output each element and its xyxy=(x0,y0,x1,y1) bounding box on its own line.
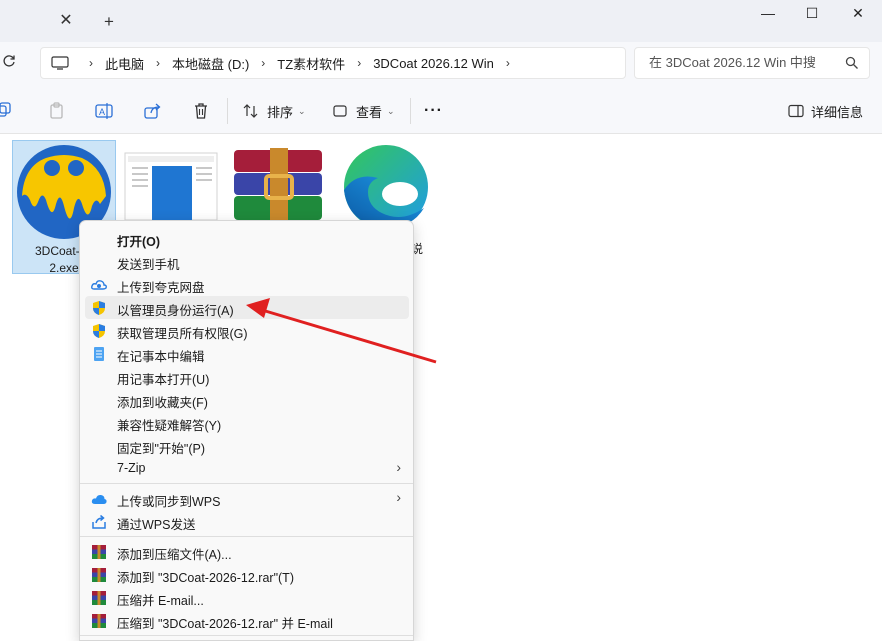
toolbar-divider xyxy=(410,98,411,124)
svg-text:A: A xyxy=(99,107,105,117)
menu-item-label: 通过WPS发送 xyxy=(117,518,196,532)
breadcrumb-3dcoat-folder[interactable]: 3DCoat 2026.12 Win xyxy=(373,56,494,71)
menu-item-add-to-archive[interactable]: 添加到压缩文件(A)... xyxy=(85,540,409,563)
winrar-icon xyxy=(234,148,322,222)
title-bar: ✕ + — ☐ ✕ xyxy=(0,0,882,42)
winrar-icon xyxy=(92,614,106,628)
chevron-right-icon[interactable]: › xyxy=(89,56,93,70)
menu-item-wps-send[interactable]: 通过WPS发送 xyxy=(85,510,409,533)
chevron-right-icon[interactable]: › xyxy=(506,56,510,70)
menu-item-take-ownership[interactable]: 获取管理员所有权限(G) xyxy=(85,319,409,342)
context-menu: 打开(O) 发送到手机 上传到夸克网盘 以管理员身份运行(A) 获取管理员所有权… xyxy=(79,220,414,641)
shield-icon xyxy=(93,324,105,338)
menu-item-label: 以管理员身份运行(A) xyxy=(117,304,234,318)
chevron-right-icon[interactable]: › xyxy=(156,56,160,70)
menu-item-label: 7-Zip xyxy=(117,461,146,475)
menu-item-run-as-admin[interactable]: 以管理员身份运行(A) xyxy=(85,296,409,319)
menu-item-edit-in-notepad[interactable]: 在记事本中编辑 xyxy=(85,342,409,365)
menu-divider xyxy=(80,635,413,636)
menu-item-label: 添加到 "3DCoat-2026-12.rar"(T) xyxy=(117,571,294,585)
chevron-down-icon: ⌄ xyxy=(298,105,306,116)
chevron-right-icon: › xyxy=(396,459,401,475)
chevron-down-icon: ⌄ xyxy=(387,105,395,116)
minimize-button[interactable]: — xyxy=(746,0,790,28)
breadcrumb-tz-folder[interactable]: TZ素材软件 xyxy=(277,54,345,73)
rename-icon[interactable]: A xyxy=(95,102,113,120)
winrar-icon xyxy=(92,591,106,605)
toolbar-divider xyxy=(227,98,228,124)
notepad-icon xyxy=(94,347,104,361)
maximize-button[interactable]: ☐ xyxy=(790,0,834,28)
shield-icon xyxy=(93,301,105,315)
winrar-icon xyxy=(92,568,106,582)
wps-cloud-icon xyxy=(91,494,107,504)
menu-item-label: 上传或同步到WPS xyxy=(117,495,221,509)
menu-item-label: 用记事本打开(U) xyxy=(117,373,210,387)
sort-button[interactable]: 排序 ⌄ xyxy=(243,100,306,122)
view-icon xyxy=(333,105,347,117)
quark-cloud-icon xyxy=(91,280,107,290)
menu-item-upload-quark[interactable]: 上传到夸克网盘 xyxy=(85,273,409,296)
share-icon[interactable] xyxy=(144,102,162,120)
computer-icon xyxy=(51,56,69,70)
delete-icon[interactable] xyxy=(192,102,210,120)
search-placeholder: 在 3DCoat 2026.12 Win 中搜 xyxy=(649,55,816,70)
winrar-icon xyxy=(92,545,106,559)
search-icon[interactable] xyxy=(845,56,859,70)
more-options-button[interactable]: ··· xyxy=(424,100,443,122)
command-bar: A 排序 ⌄ 查看 ⌄ ··· 详细信息 xyxy=(0,88,882,134)
sort-label: 排序 xyxy=(267,104,294,120)
menu-item-label: 添加到收藏夹(F) xyxy=(117,396,208,410)
menu-item-compress-rar-email[interactable]: 压缩到 "3DCoat-2026-12.rar" 并 E-mail xyxy=(85,609,409,632)
menu-item-label: 打开(O) xyxy=(117,235,161,249)
menu-item-label: 在记事本中编辑 xyxy=(117,350,205,364)
menu-item-open[interactable]: 打开(O) xyxy=(85,227,409,250)
menu-divider xyxy=(80,536,413,537)
menu-item-open-with-notepad[interactable]: 用记事本打开(U) xyxy=(85,365,409,388)
breadcrumb-this-pc[interactable]: 此电脑 xyxy=(105,54,144,73)
menu-item-add-to-favorites[interactable]: 添加到收藏夹(F) xyxy=(85,388,409,411)
menu-item-7zip[interactable]: 7-Zip › xyxy=(85,457,409,480)
chevron-right-icon: › xyxy=(396,489,401,505)
address-row: › 此电脑 › 本地磁盘 (D:) › TZ素材软件 › 3DCoat 2026… xyxy=(0,42,882,88)
menu-divider xyxy=(80,483,413,484)
menu-item-label: 获取管理员所有权限(G) xyxy=(117,327,248,341)
menu-item-wps-sync[interactable]: 上传或同步到WPS › xyxy=(85,487,409,510)
details-label: 详细信息 xyxy=(811,104,864,120)
wps-share-icon xyxy=(92,514,106,529)
view-button[interactable]: 查看 ⌄ xyxy=(333,100,395,122)
menu-item-troubleshoot-compat[interactable]: 兼容性疑难解答(Y) xyxy=(85,411,409,434)
details-button[interactable]: 详细信息 xyxy=(788,100,863,122)
menu-item-label: 压缩并 E-mail... xyxy=(117,594,204,608)
new-tab-button[interactable]: + xyxy=(98,11,120,33)
chevron-right-icon[interactable]: › xyxy=(261,56,265,70)
menu-item-label: 固定到"开始"(P) xyxy=(117,442,206,456)
menu-item-label: 添加到压缩文件(A)... xyxy=(117,548,232,562)
menu-item-label: 发送到手机 xyxy=(117,258,180,272)
breadcrumb-drive-d[interactable]: 本地磁盘 (D:) xyxy=(172,54,249,73)
sort-icon xyxy=(243,104,258,118)
menu-item-compress-email[interactable]: 压缩并 E-mail... xyxy=(85,586,409,609)
menu-item-label: 兼容性疑难解答(Y) xyxy=(117,419,222,433)
menu-item-label: 上传到夸克网盘 xyxy=(117,281,205,295)
details-pane-icon xyxy=(788,104,804,118)
close-button[interactable]: ✕ xyxy=(836,0,880,28)
view-label: 查看 xyxy=(356,104,383,120)
search-input[interactable]: 在 3DCoat 2026.12 Win 中搜 xyxy=(634,47,870,79)
paste-icon[interactable] xyxy=(48,102,66,120)
file-item-winrar[interactable] xyxy=(226,148,330,228)
copy-icon[interactable] xyxy=(0,102,18,120)
refresh-icon[interactable] xyxy=(2,54,16,72)
tab-close-button[interactable]: ✕ xyxy=(56,11,76,31)
menu-item-send-to-phone[interactable]: 发送到手机 xyxy=(85,250,409,273)
menu-item-pin-to-start[interactable]: 固定到"开始"(P) xyxy=(85,434,409,457)
address-bar[interactable]: › 此电脑 › 本地磁盘 (D:) › TZ素材软件 › 3DCoat 2026… xyxy=(40,47,626,79)
menu-item-add-to-rar[interactable]: 添加到 "3DCoat-2026-12.rar"(T) xyxy=(85,563,409,586)
document-icon xyxy=(124,152,218,221)
menu-item-label: 压缩到 "3DCoat-2026-12.rar" 并 E-mail xyxy=(117,617,333,631)
chevron-right-icon[interactable]: › xyxy=(357,56,361,70)
file-item-document[interactable] xyxy=(118,148,222,228)
edge-icon xyxy=(344,145,428,229)
